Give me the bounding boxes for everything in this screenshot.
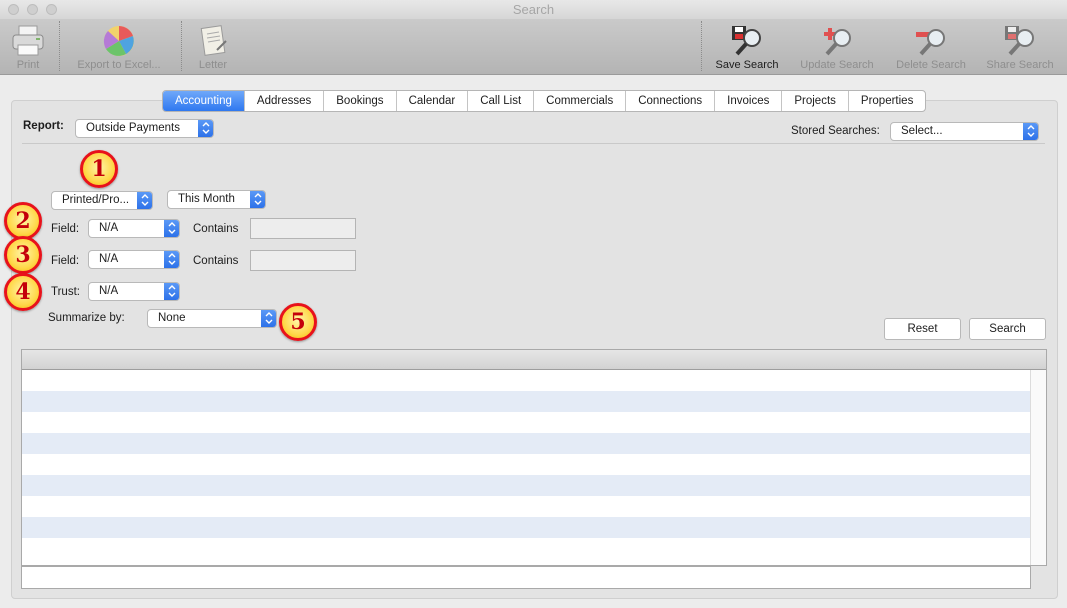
update-search-button[interactable]: Update Search	[796, 19, 878, 74]
table-row[interactable]	[22, 538, 1032, 559]
callout-badge-5: 5	[279, 303, 317, 341]
delete-search-button[interactable]: Delete Search	[892, 19, 970, 74]
table-row[interactable]	[22, 475, 1032, 496]
tab-invoices[interactable]: Invoices	[715, 91, 783, 111]
toolbar-separator	[701, 21, 702, 71]
field-2-label: Field:	[51, 255, 80, 267]
field-1-select[interactable]: N/A	[88, 219, 180, 238]
date-type-select[interactable]: Printed/Pro...	[51, 191, 153, 210]
table-header	[22, 350, 1046, 370]
window-controls	[8, 4, 57, 15]
reset-button[interactable]: Reset	[884, 318, 961, 340]
summarize-select[interactable]: None	[147, 309, 277, 328]
table-row[interactable]	[22, 517, 1032, 538]
field-1-label: Field:	[51, 223, 80, 235]
contains-2-input[interactable]	[250, 250, 356, 271]
report-label: Report:	[23, 120, 64, 132]
callout-badge-2: 2	[4, 202, 42, 240]
tab-bookings[interactable]: Bookings	[324, 91, 397, 111]
stored-searches-label: Stored Searches:	[791, 125, 880, 137]
title-bar: Search	[0, 0, 1067, 19]
chevron-updown-icon	[164, 251, 179, 268]
chevron-updown-icon	[164, 220, 179, 237]
chevron-updown-icon	[250, 191, 265, 208]
chevron-updown-icon	[261, 310, 276, 327]
callout-badge-1: 1	[80, 150, 118, 188]
share-search-button[interactable]: Share Search	[983, 19, 1057, 74]
callout-badge-3: 3	[4, 236, 42, 274]
table-row[interactable]	[22, 391, 1032, 412]
contains-1-label: Contains	[193, 223, 239, 235]
delete-search-icon	[916, 29, 945, 56]
tab-properties[interactable]: Properties	[849, 91, 925, 111]
chevron-updown-icon	[164, 283, 179, 300]
chevron-updown-icon	[1023, 123, 1038, 140]
save-search-button[interactable]: Save Search	[712, 19, 782, 74]
table-row[interactable]	[22, 496, 1032, 517]
toolbar-separator	[181, 21, 182, 71]
update-search-icon	[824, 28, 851, 56]
table-row[interactable]	[22, 412, 1032, 433]
tab-accounting[interactable]: Accounting	[163, 91, 245, 111]
tab-calendar[interactable]: Calendar	[397, 91, 469, 111]
table-row[interactable]	[22, 454, 1032, 475]
table-row[interactable]	[22, 433, 1032, 454]
window-title: Search	[512, 2, 555, 17]
trust-select[interactable]: N/A	[88, 282, 180, 301]
minimize-window-button[interactable]	[27, 4, 38, 15]
table-row[interactable]	[22, 370, 1032, 391]
vertical-scrollbar[interactable]	[1030, 370, 1046, 565]
export-to-excel-button[interactable]: Export to Excel...	[72, 19, 166, 74]
callout-badge-4: 4	[4, 273, 42, 311]
table-footer-field[interactable]	[21, 566, 1031, 589]
close-window-button[interactable]	[8, 4, 19, 15]
tab-connections[interactable]: Connections	[626, 91, 716, 111]
toolbar-separator	[59, 21, 60, 71]
search-button[interactable]: Search	[969, 318, 1046, 340]
tab-commercials[interactable]: Commercials	[534, 91, 627, 111]
report-select[interactable]: Outside Payments	[75, 119, 214, 138]
results-table	[21, 349, 1047, 566]
chevron-updown-icon	[198, 120, 213, 137]
toolbar: Print Export to Excel... Letter Save Sea…	[0, 19, 1067, 75]
save-search-icon	[732, 26, 761, 56]
pie-chart-icon	[103, 26, 134, 56]
stored-searches-select[interactable]: Select...	[890, 122, 1039, 141]
date-range-select[interactable]: This Month	[167, 190, 266, 209]
contains-1-input[interactable]	[250, 218, 356, 239]
share-search-icon	[1005, 26, 1034, 56]
chevron-updown-icon	[137, 192, 152, 209]
letter-button[interactable]: Letter	[192, 19, 234, 74]
table-body	[22, 370, 1032, 559]
letter-icon	[200, 25, 227, 56]
trust-label: Trust:	[51, 286, 80, 298]
category-tabs: Accounting Addresses Bookings Calendar C…	[162, 90, 927, 112]
tab-addresses[interactable]: Addresses	[245, 91, 325, 111]
tab-call-list[interactable]: Call List	[468, 91, 535, 111]
summarize-label: Summarize by:	[48, 312, 125, 324]
contains-2-label: Contains	[193, 255, 239, 267]
field-2-select[interactable]: N/A	[88, 250, 180, 269]
printer-icon	[12, 25, 44, 56]
tab-projects[interactable]: Projects	[782, 91, 849, 111]
divider	[22, 143, 1045, 144]
print-button[interactable]: Print	[6, 19, 50, 74]
zoom-window-button[interactable]	[46, 4, 57, 15]
